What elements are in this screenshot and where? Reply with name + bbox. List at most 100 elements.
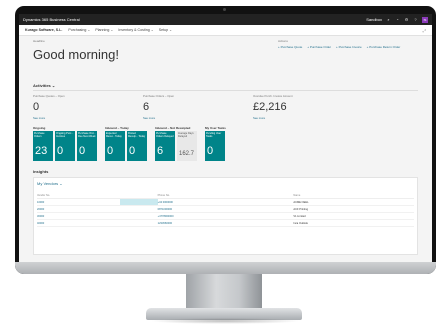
company-name[interactable]: Kurago Software, S.L. — [25, 28, 62, 32]
vendor-name: ACF Printing — [293, 205, 414, 213]
kpi-value: 0 — [33, 101, 40, 113]
nav-inventory-costing[interactable]: Inventory & Costing ⌄ — [118, 28, 153, 32]
help-icon[interactable]: ? — [413, 17, 418, 22]
kpi-value: £2,216 — [253, 101, 287, 113]
vendor-name: ACME OEHL — [293, 198, 414, 206]
vendor-name: Inca Outlook — [293, 219, 414, 227]
environment-label: Sandbox — [366, 17, 382, 22]
nav-planning[interactable]: Planning ⌄ — [95, 28, 113, 32]
tile-purchase-orders[interactable]: Purchase Orders 23 — [33, 131, 53, 161]
role-center: Headline Good morning! Actions + Purchas… — [19, 36, 432, 258]
tile-expected-receipts[interactable]: Expected Recei... Today 0 — [105, 131, 125, 161]
vendor-no[interactable]: 10000 — [37, 198, 120, 206]
vendor-phone: 1234560000 — [157, 219, 294, 227]
tile-average-days-delayed[interactable]: Average Days Delayed 162.7 — [177, 131, 197, 161]
tile-posted-receipts[interactable]: Posted Receip... Today 0 — [127, 131, 147, 161]
activity-kpis: Purchase Quotes – Open 0 See more Purcha… — [33, 94, 418, 120]
row-selector[interactable] — [119, 212, 158, 220]
see-more-link[interactable]: See more — [33, 116, 113, 120]
table-row[interactable]: 10000 +34 0000000 ACME OEHL — [37, 198, 414, 206]
tile-orders-delayed[interactable]: Purchase Orders Delayed 6 — [155, 131, 175, 161]
nav-bar: Kurago Software, S.L. Purchasing ⌄ Plann… — [19, 25, 432, 36]
action-purchase-invoice[interactable]: + Purchase Invoice — [336, 45, 362, 49]
top-bar: Dynamics 365 Business Central Sandbox ⌕ … — [19, 14, 432, 25]
tile-group-not-receipted: Inbound – Not Receipted Purchase Orders … — [155, 126, 197, 161]
tile-value: 0 — [207, 145, 214, 157]
monitor-stand-neck — [186, 274, 262, 312]
headline-caption: Headline — [33, 39, 45, 43]
see-more-link[interactable]: See more — [253, 116, 333, 120]
kpi-overdue-amount[interactable]: Overdue Purch. Invoice Amount £2,216 See… — [253, 94, 333, 120]
nav-setup[interactable]: Setup ⌄ — [159, 28, 172, 32]
search-icon[interactable]: ⌕ — [386, 17, 391, 22]
tile-label: Purchase Orders Delayed — [156, 132, 174, 138]
my-vendors-title[interactable]: My Vendors ⌄ — [37, 181, 414, 186]
table-row[interactable]: 40000 1234560000 Inca Outlook — [37, 219, 414, 227]
tile-due-next-week[interactable]: Purchase Ord... Due Next Week 0 — [77, 131, 97, 161]
row-selector[interactable] — [119, 205, 158, 213]
tile-group-title: My User Tasks — [205, 126, 226, 130]
vendor-phone: +4778000000 — [157, 212, 294, 220]
tile-label: Purchase Ord... Due Next Week — [78, 132, 96, 138]
stand-shadow — [150, 318, 300, 324]
tile-value: 0 — [129, 145, 136, 157]
tile-value: 23 — [35, 145, 48, 157]
monitor-chin — [15, 262, 436, 274]
tile-value: 6 — [157, 145, 164, 157]
activities-title[interactable]: Activities ⌄ — [33, 83, 418, 91]
action-purchase-return-order[interactable]: + Purchase Return Order — [367, 45, 401, 49]
actions-panel: Actions + Purchase Quote + Purchase Orde… — [278, 39, 418, 79]
tile-group-ongoing: Ongoing Purchase Orders 23 Ongoing Purc..… — [33, 126, 97, 161]
insights-section: Insights My Vendors ⌄ Vendor No. Phone N… — [33, 169, 418, 255]
tile-value: 0 — [57, 145, 64, 157]
tile-label: Ongoing Purc... Invoices — [56, 132, 74, 138]
kpi-quotes-open[interactable]: Purchase Quotes – Open 0 See more — [33, 94, 113, 120]
tile-pending-user-tasks[interactable]: Pending User Tasks 0 — [205, 131, 225, 161]
kpi-label: Purchase Orders – Open — [143, 94, 175, 98]
tile-value: 0 — [107, 145, 114, 157]
kpi-value: 6 — [143, 101, 150, 113]
kpi-label: Overdue Purch. Invoice Amount — [253, 94, 293, 98]
bell-icon[interactable]: ◔ — [395, 17, 400, 22]
nav-purchasing[interactable]: Purchasing ⌄ — [68, 28, 90, 32]
action-purchase-order[interactable]: + Purchase Order — [307, 45, 331, 49]
tile-group-user-tasks: My User Tasks Pending User Tasks 0 — [205, 126, 226, 161]
kpi-label: Purchase Quotes – Open — [33, 94, 65, 98]
tile-ongoing-invoices[interactable]: Ongoing Purc... Invoices 0 — [55, 131, 75, 161]
vendor-name: V1 Limited — [293, 212, 414, 220]
tile-value: 162.7 — [179, 151, 195, 157]
greeting: Good morning! — [33, 47, 119, 62]
vendors-table: Vendor No. Phone No. Name 10000 +34 0000… — [37, 193, 414, 227]
screen: Dynamics 365 Business Central Sandbox ⌕ … — [19, 14, 432, 267]
tile-group-title: Ongoing — [33, 126, 46, 130]
webcam — [223, 8, 226, 11]
app-title: Dynamics 365 Business Central — [23, 17, 80, 22]
actions-title: Actions — [278, 39, 288, 43]
insights-title: Insights — [33, 169, 49, 174]
my-vendors-panel: My Vendors ⌄ Vendor No. Phone No. Name 1… — [33, 177, 418, 255]
row-selector[interactable] — [119, 219, 158, 227]
kpi-orders-open[interactable]: Purchase Orders – Open 6 See more — [143, 94, 223, 120]
cue-tiles: Ongoing Purchase Orders 23 Ongoing Purc..… — [33, 126, 418, 161]
tile-group-inbound-today: Inbound – Today Expected Recei... Today 0… — [105, 126, 147, 161]
table-row[interactable]: 20000 0871000000 ACF Printing — [37, 205, 414, 213]
vendor-no[interactable]: 30000 — [37, 212, 120, 220]
avatar[interactable]: IS — [422, 16, 428, 23]
vendor-no[interactable]: 40000 — [37, 219, 120, 227]
vendor-phone: 0871000000 — [157, 205, 294, 213]
vendor-no[interactable]: 20000 — [37, 205, 120, 213]
tile-label: Pending User Tasks — [206, 132, 222, 138]
tile-label: Average Days Delayed — [178, 132, 194, 138]
tile-label: Posted Receip... Today — [128, 132, 146, 138]
see-more-link[interactable]: See more — [143, 116, 223, 120]
action-purchase-quote[interactable]: + Purchase Quote — [278, 45, 302, 49]
vendor-phone: +34 0000000 — [157, 198, 294, 206]
gear-icon[interactable]: ⚙ — [404, 17, 409, 22]
headline-area: Headline Good morning! Actions + Purchas… — [33, 39, 418, 79]
expand-icon[interactable]: ⤢ — [423, 28, 426, 33]
row-selector[interactable] — [119, 198, 158, 206]
tile-value: 0 — [79, 145, 86, 157]
tile-group-title: Inbound – Today — [105, 126, 129, 130]
tile-group-title: Inbound – Not Receipted — [155, 126, 191, 130]
table-row[interactable]: 30000 +4778000000 V1 Limited — [37, 212, 414, 220]
